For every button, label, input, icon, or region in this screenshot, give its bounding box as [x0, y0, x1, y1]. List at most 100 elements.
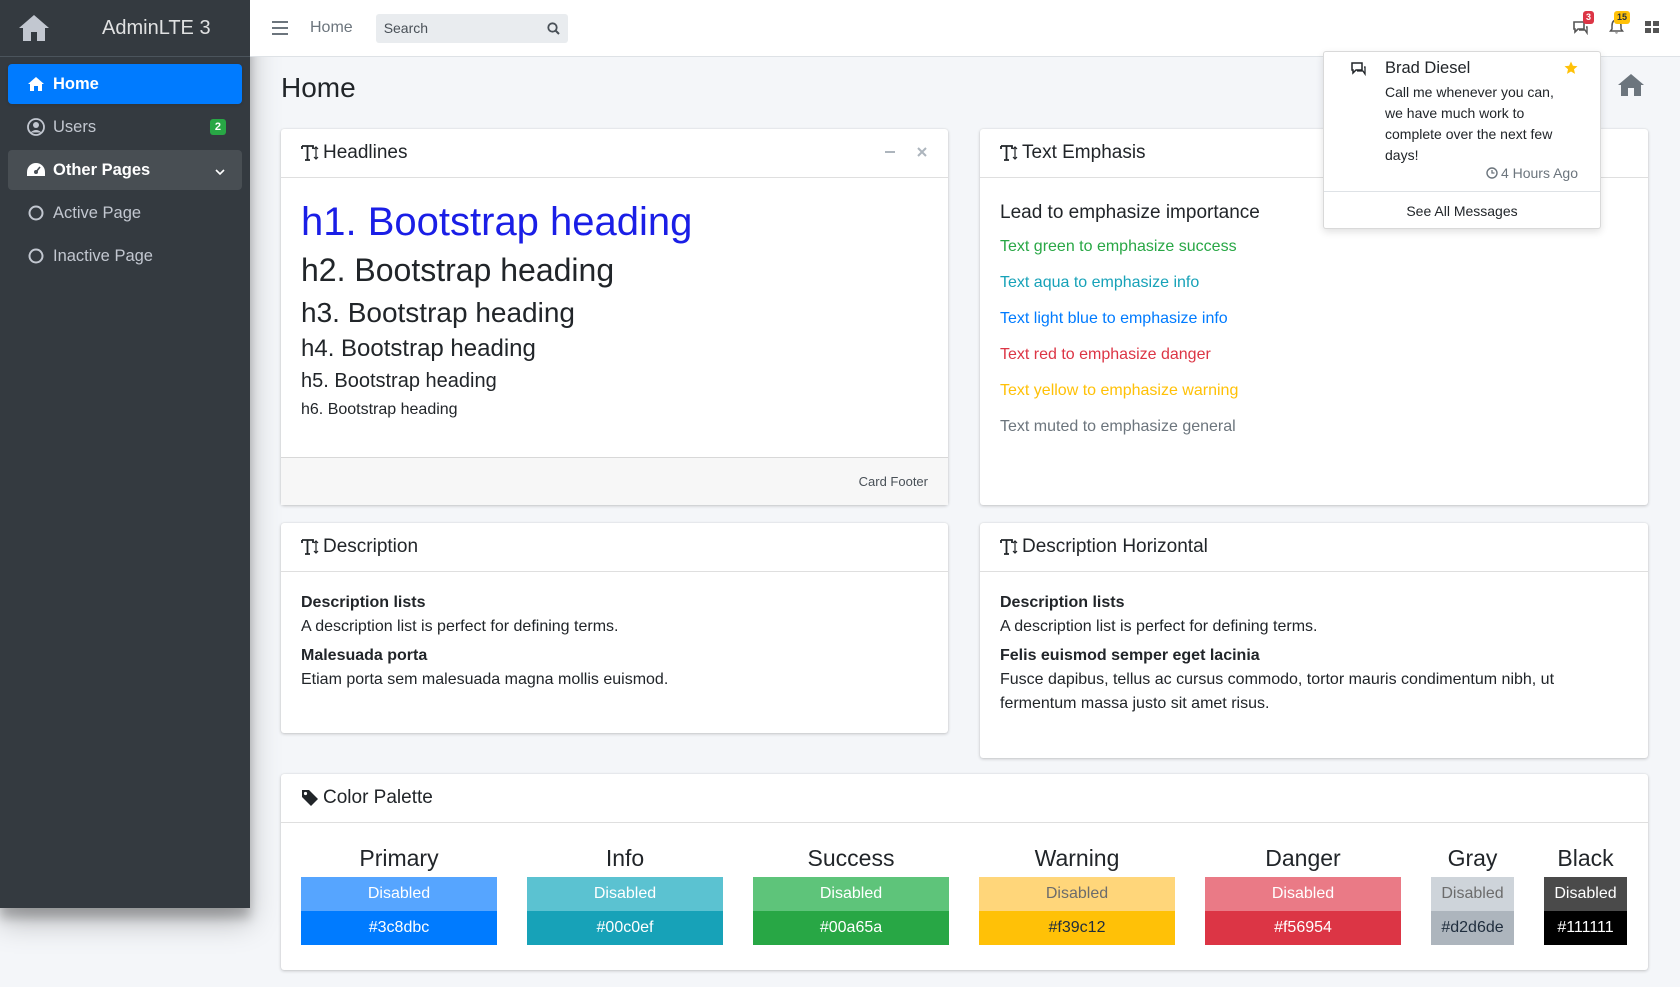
palette-name: Warning	[1034, 845, 1120, 871]
message-time-text: 4 Hours Ago	[1500, 165, 1578, 181]
heading-h6: h6. Bootstrap heading	[301, 401, 458, 418]
palette-name: Gray	[1447, 845, 1498, 871]
card-body: Description lists A description list is …	[980, 572, 1648, 744]
description-card: Description Description lists A descript…	[281, 523, 948, 733]
navbar-right: 3 15	[1570, 11, 1662, 36]
palette-info: Info Disabled #00c0ef	[527, 843, 723, 945]
card-title: Description	[323, 536, 419, 557]
text-height-icon	[1000, 143, 1020, 163]
card-header: Headlines	[281, 129, 948, 178]
card-body: h1. Bootstrap heading h2. Bootstrap head…	[281, 178, 948, 439]
sidebar-item-other-pages[interactable]: Other Pages	[8, 150, 242, 190]
palette-success: Success Disabled #00a65a	[753, 843, 949, 945]
palette-row: Primary Disabled #3c8dbc Info Disabled #…	[281, 823, 1648, 965]
message-text: Call me whenever you can, we have much w…	[1385, 84, 1554, 163]
card-header: Description	[281, 523, 948, 572]
palette-name: Success	[807, 845, 895, 871]
top-home-link[interactable]: Home	[310, 19, 353, 37]
sidebar-item-home[interactable]: Home	[8, 64, 242, 104]
palette-disabled-swatch: Disabled	[1431, 877, 1514, 911]
card-footer: Card Footer	[281, 457, 948, 505]
menu-toggle-icon[interactable]	[272, 21, 288, 35]
search-input[interactable]	[375, 20, 540, 36]
text-info: Text aqua to emphasize info	[1000, 274, 1200, 291]
sidebar-item-label: Inactive Page	[53, 246, 153, 265]
sidebar-item-inactive-page[interactable]: Inactive Page	[8, 236, 242, 276]
heading-h1: h1. Bootstrap heading	[301, 200, 693, 244]
palette-danger: Danger Disabled #f56954	[1205, 843, 1401, 945]
home-breadcrumb-icon[interactable]	[1616, 72, 1646, 103]
text-height-icon	[301, 143, 321, 163]
sidebar-item-active-page[interactable]: Active Page	[8, 193, 242, 233]
palette-hex-swatch: #d2d6de	[1431, 911, 1514, 945]
message-sender: Brad Diesel	[1385, 59, 1471, 77]
see-all-messages-link[interactable]: See All Messages	[1324, 192, 1600, 229]
chevron-down-icon	[214, 164, 226, 176]
text-danger: Text red to emphasize danger	[1000, 346, 1211, 363]
color-palette-card: Color Palette Primary Disabled #3c8dbc I…	[281, 774, 1648, 970]
palette-disabled-swatch: Disabled	[753, 877, 949, 911]
palette-gray: Gray Disabled #d2d6de	[1431, 843, 1514, 945]
description-detail: Etiam porta sem malesuada magna mollis e…	[301, 671, 669, 688]
palette-hex-swatch: #111111	[1544, 911, 1627, 945]
card-body: Description lists A description list is …	[281, 572, 948, 720]
sidebar-item-label: Users	[53, 117, 97, 136]
close-icon[interactable]	[916, 142, 928, 164]
search-icon[interactable]	[540, 21, 568, 35]
sidebar-nav: Home Users 2 Other Pages Active Page Ina…	[0, 57, 250, 286]
dashboard-icon	[26, 160, 46, 180]
headlines-card: Headlines h1. Bootstrap heading h2. Boot…	[281, 129, 948, 505]
text-height-icon	[1000, 537, 1020, 557]
palette-name: Black	[1557, 845, 1614, 871]
circle-icon	[26, 246, 46, 266]
card-title: Color Palette	[323, 787, 433, 808]
comments-icon	[1350, 61, 1367, 81]
star-icon	[1564, 61, 1578, 80]
heading-h5: h5. Bootstrap heading	[301, 370, 497, 392]
sidebar-item-label: Other Pages	[53, 160, 151, 179]
text-success: Text green to emphasize success	[1000, 238, 1237, 255]
palette-disabled-swatch: Disabled	[527, 877, 723, 911]
tag-icon	[301, 788, 321, 808]
search-box	[375, 13, 568, 43]
text-muted: Text muted to emphasize general	[1000, 418, 1236, 435]
palette-hex-swatch: #f39c12	[979, 911, 1175, 945]
description-term: Description lists	[1000, 594, 1125, 611]
palette-hex-swatch: #00a65a	[753, 911, 949, 945]
brand-link[interactable]: AdminLTE 3	[0, 0, 250, 57]
heading-h2: h2. Bootstrap heading	[301, 252, 615, 288]
bell-icon[interactable]: 15	[1606, 11, 1630, 36]
home-icon	[26, 74, 46, 94]
palette-disabled-swatch: Disabled	[301, 877, 497, 911]
sidebar-item-users[interactable]: Users 2	[8, 107, 242, 147]
description-term: Felis euismod semper eget lacinia	[1000, 647, 1260, 664]
palette-disabled-swatch: Disabled	[1205, 877, 1401, 911]
brand-text: AdminLTE 3	[102, 16, 211, 39]
text-warning: Text yellow to emphasize warning	[1000, 382, 1239, 399]
notifications-count-badge: 15	[1613, 11, 1630, 24]
messages-icon[interactable]: 3	[1570, 11, 1594, 36]
palette-hex-swatch: #00c0ef	[527, 911, 723, 945]
clock-icon	[1486, 167, 1498, 179]
message-time: 4 Hours Ago	[1486, 165, 1578, 181]
card-title: Description Horizontal	[1022, 536, 1208, 557]
card-title: Headlines	[323, 142, 408, 163]
messages-dropdown: Brad Diesel Call me whenever you can, we…	[1323, 51, 1601, 229]
palette-primary: Primary Disabled #3c8dbc	[301, 843, 497, 945]
heading-h4: h4. Bootstrap heading	[301, 335, 536, 362]
sidebar-item-label: Home	[53, 74, 99, 93]
palette-name: Info	[605, 845, 645, 871]
description-detail: A description list is perfect for defini…	[301, 618, 619, 635]
description-horizontal-card: Description Horizontal Description lists…	[980, 523, 1648, 758]
sidebar-item-label: Active Page	[53, 203, 142, 222]
messages-count-badge: 3	[1582, 11, 1594, 24]
palette-disabled-swatch: Disabled	[979, 877, 1175, 911]
message-item[interactable]: Brad Diesel Call me whenever you can, we…	[1324, 52, 1600, 192]
card-header: Color Palette	[281, 774, 1648, 823]
minus-icon[interactable]	[884, 142, 896, 164]
card-title: Text Emphasis	[1022, 142, 1146, 163]
main-sidebar: AdminLTE 3 Home Users 2 Other Pages Acti…	[0, 0, 250, 908]
palette-hex-swatch: #3c8dbc	[301, 911, 497, 945]
home-logo-icon	[16, 10, 52, 46]
grid-icon[interactable]	[1642, 18, 1662, 36]
